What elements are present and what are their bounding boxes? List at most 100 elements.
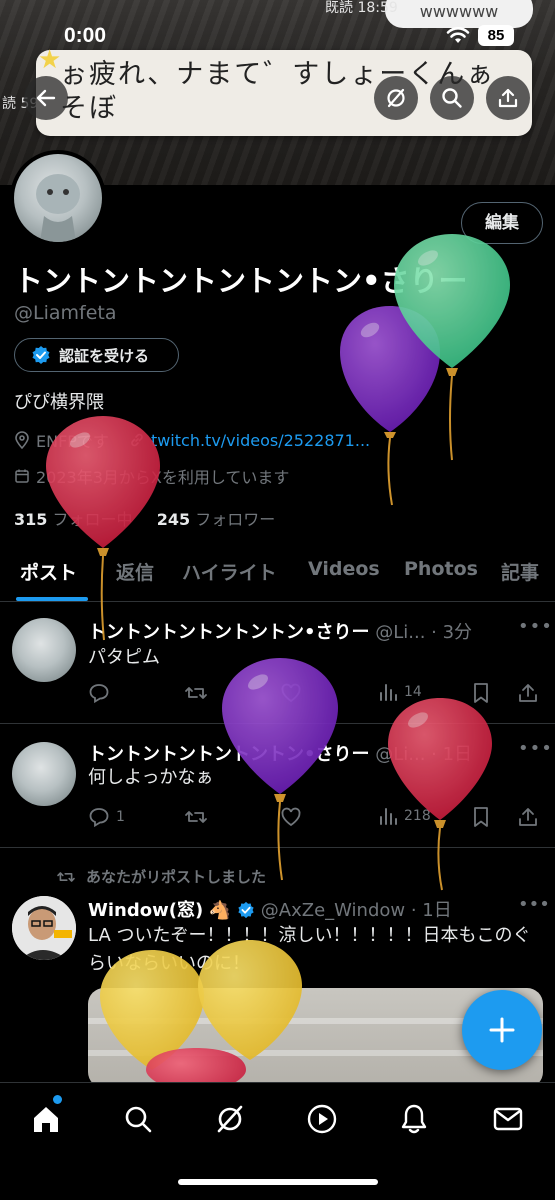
tab-posts[interactable]: ポスト [20, 558, 77, 585]
status-time: 0:00 [64, 24, 107, 47]
views-count: 14 [404, 684, 422, 700]
share-post-button[interactable] [518, 682, 538, 704]
profile-website-link[interactable]: twitch.tv/videos/2522871... [151, 431, 370, 450]
profile-joined-date: 2023年3月からXを利用しています [36, 468, 290, 487]
repost-icon [185, 687, 207, 699]
post-more-icon[interactable]: ••• [518, 894, 550, 915]
video-icon [307, 1104, 337, 1134]
compose-post-button[interactable] [462, 990, 542, 1070]
back-button[interactable] [24, 76, 68, 120]
repost-context: あなたがリポストしました [56, 866, 266, 887]
following-label: フォロー中 [52, 510, 133, 529]
following-count: 315 [14, 510, 48, 529]
post-avatar[interactable] [12, 742, 76, 806]
post-item[interactable]: トントントントントントン•さりー @Li... · 1日 ••• 何しよっかなぁ… [0, 724, 555, 848]
like-button[interactable] [280, 806, 302, 828]
active-tab-indicator [16, 597, 88, 601]
post-header: Window(窓) 🐴 @AxZe_Window · 1日 [88, 896, 452, 922]
share-profile-button[interactable] [486, 76, 530, 120]
wifi-icon [446, 27, 470, 43]
share-post-button[interactable] [518, 806, 538, 828]
bookmark-button[interactable] [472, 682, 490, 704]
like-icon [281, 807, 301, 827]
grok-icon [387, 88, 405, 108]
repost-icon [185, 811, 207, 823]
link-icon [131, 433, 143, 447]
post-avatar[interactable] [12, 896, 76, 960]
reply-icon [89, 808, 109, 828]
grok-button[interactable] [374, 76, 418, 120]
post-item[interactable]: トントントントントントン•さりー @Li... · 3分 ••• パタピム 14 [0, 602, 555, 724]
tab-videos[interactable]: Videos [308, 558, 380, 580]
bookmark-icon [474, 807, 488, 827]
share-icon [519, 808, 537, 826]
repost-note-text: あなたがリポストしました [86, 868, 267, 886]
nav-home[interactable] [26, 1099, 66, 1139]
search-icon [125, 1106, 152, 1133]
follow-stats: 315 フォロー中 245 フォロワー [14, 506, 275, 530]
get-verified-label: 認証を受ける [59, 346, 150, 365]
profile-bio: ぴぴ横界隈 [14, 392, 104, 413]
tab-highlights[interactable]: ハイライト [182, 558, 277, 585]
get-verified-button[interactable]: 認証を受ける [14, 338, 179, 372]
views-button[interactable]: 218 [378, 806, 431, 826]
views-icon [380, 808, 397, 825]
user-handle: @Liamfeta [14, 302, 117, 324]
repost-button[interactable] [184, 682, 208, 704]
following-link[interactable]: 315 フォロー中 [14, 510, 133, 529]
reply-button[interactable]: 1 [88, 806, 125, 828]
tab-replies[interactable]: 返信 [116, 558, 154, 585]
like-icon [281, 683, 301, 703]
post-author-meta: @Li... · 3分 [369, 622, 473, 643]
profile-avatar[interactable] [10, 150, 106, 246]
search-icon [442, 88, 462, 108]
balloon-purple [340, 306, 440, 506]
nav-notifications[interactable] [394, 1099, 434, 1139]
views-button[interactable]: 14 [378, 682, 422, 702]
calendar-icon [15, 469, 29, 483]
verified-badge-icon [32, 346, 50, 364]
bookmark-button[interactable] [472, 806, 490, 828]
post-header: トントントントントントン•さりー @Li... · 3分 [88, 618, 508, 644]
post-author-name: トントントントントントン•さりー [88, 744, 370, 765]
views-icon [380, 684, 397, 701]
profile-meta-row: ENFPです twitch.tv/videos/2522871... [14, 428, 370, 452]
post-actions: 14 [88, 682, 543, 708]
repost-button[interactable] [184, 806, 208, 828]
post-author-name: トントントントントントン•さりー [88, 622, 370, 643]
followers-label: フォロワー [195, 510, 276, 529]
back-arrow-icon [36, 89, 56, 107]
search-button[interactable] [430, 76, 474, 120]
tab-articles[interactable]: 記事 [501, 558, 539, 585]
reply-button[interactable] [88, 682, 116, 704]
profile-joined-row: 2023年3月からXを利用しています [14, 464, 289, 488]
messages-icon [493, 1107, 523, 1131]
post-more-icon[interactable]: ••• [518, 738, 553, 759]
like-button[interactable] [280, 682, 302, 704]
status-bar: 0:00 85 [0, 20, 555, 54]
post-text: 何しよっかなぁ [88, 767, 214, 788]
nav-video[interactable] [302, 1099, 342, 1139]
reply-count: 1 [116, 809, 125, 825]
post-author-meta: @AxZe_Window · 1日 [255, 900, 452, 921]
plus-icon [489, 1017, 515, 1043]
home-indicator [178, 1179, 378, 1185]
location-icon [15, 431, 29, 449]
followers-count: 245 [156, 510, 191, 529]
post-text: LA ついたぞー！！！！涼しい！！！！！日本もこのぐらいならいいのに！ [88, 925, 531, 974]
nav-messages[interactable] [488, 1099, 528, 1139]
edit-profile-button[interactable]: 編集 [461, 202, 543, 244]
followers-link[interactable]: 245 フォロワー [157, 510, 276, 529]
post-avatar[interactable] [12, 618, 76, 682]
nav-search[interactable] [118, 1099, 158, 1139]
post-author-name: Window(窓) [88, 900, 204, 921]
home-notification-dot [53, 1095, 62, 1104]
battery-indicator: 85 [478, 25, 514, 46]
nav-grok[interactable] [210, 1099, 250, 1139]
grok-icon [217, 1105, 243, 1133]
tab-photos[interactable]: Photos [404, 558, 478, 580]
share-icon [519, 684, 537, 702]
repost-icon [57, 871, 75, 882]
post-more-icon[interactable]: ••• [518, 616, 553, 637]
share-icon [498, 88, 518, 108]
